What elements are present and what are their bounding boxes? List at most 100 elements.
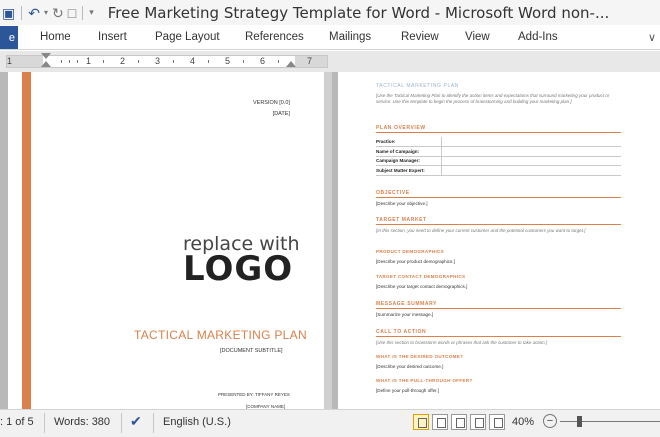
target-contact-heading: TARGET CONTACT DEMOGRAPHICS: [376, 274, 466, 279]
print-layout-view-icon[interactable]: [413, 414, 429, 430]
page-cover[interactable]: VERSION [0.0] [DATE] replace with LOGO T…: [8, 72, 332, 409]
tab-add-ins[interactable]: Add-Ins: [518, 31, 558, 43]
pull-through-heading: WHAT IS THE PULL-THROUGH OFFER?: [376, 378, 473, 383]
objective-text: [Describe your objective.]: [376, 201, 428, 206]
ruler-number: 4: [190, 56, 196, 66]
quick-access-toolbar: ▣ ↶ ▾ ↻ □ ▾: [0, 0, 94, 25]
status-separator: [121, 413, 122, 433]
ruler-number: 5: [225, 56, 231, 66]
call-to-action-heading: CALL TO ACTION: [376, 329, 621, 337]
page-plan[interactable]: TACTICAL MARKETING PLAN [Use the Tactica…: [338, 72, 660, 409]
target-market-text: [In this section, you need to define you…: [376, 228, 586, 233]
ruler-tick: [173, 60, 174, 63]
table-row: Subject Matter Expert:: [376, 165, 621, 176]
message-summary-text: [Summarize your message.]: [376, 312, 434, 317]
first-line-indent-marker[interactable]: [41, 53, 51, 59]
full-screen-reading-view-icon[interactable]: [432, 414, 448, 430]
customize-qat-icon[interactable]: ▾: [89, 8, 94, 17]
status-separator: [153, 413, 154, 433]
horizontal-ruler[interactable]: 1 1 2 3 4 5 6 7: [6, 55, 328, 68]
proofing-icon[interactable]: ✔: [130, 413, 142, 430]
row-value[interactable]: [440, 156, 621, 166]
save-icon[interactable]: ▣: [2, 6, 15, 20]
table-row: Campaign Manager:: [376, 156, 621, 166]
ruler-bar: 1 1 2 3 4 5 6 7: [0, 51, 660, 72]
ruler-number: 7: [307, 56, 313, 66]
web-layout-view-icon[interactable]: [451, 414, 467, 430]
row-label: Practice:: [376, 137, 441, 147]
ruler-number: 3: [155, 56, 161, 66]
tab-mailings[interactable]: Mailings: [329, 31, 371, 43]
table-row: Practice:: [376, 137, 621, 147]
ruler-tick: [138, 60, 139, 63]
zoom-level[interactable]: 40%: [512, 416, 534, 428]
desired-outcome-heading: WHAT IS THE DESIRED OUTCOME?: [376, 354, 464, 359]
call-to-action-text: [Use this section to brainstorm words or…: [376, 340, 548, 345]
tab-file[interactable]: e: [0, 26, 18, 49]
ruler-left-margin: [7, 56, 43, 67]
ruler-number: 6: [260, 56, 266, 66]
ruler-tick: [69, 60, 70, 63]
plan-intro: [Use the Tactical Marketing Plan to iden…: [376, 93, 610, 104]
tab-view[interactable]: View: [465, 31, 490, 43]
new-document-icon[interactable]: □: [68, 6, 76, 20]
target-contact-text: [Describe your target contact demographi…: [376, 284, 468, 289]
hanging-indent-marker[interactable]: [41, 61, 51, 67]
cover-accent-bar: [22, 72, 31, 409]
window-title: Free Marketing Strategy Template for Wor…: [107, 3, 610, 22]
document-canvas[interactable]: VERSION [0.0] [DATE] replace with LOGO T…: [0, 72, 660, 409]
redo-icon[interactable]: ↻: [52, 6, 64, 20]
status-bar: : 1 of 5 Words: 380 ✔ English (U.S.) 40%…: [0, 409, 660, 437]
ruler-tick: [243, 60, 244, 63]
document-title: TACTICAL MARKETING PLAN: [134, 328, 307, 342]
row-label: Subject Matter Expert:: [376, 165, 441, 176]
table-row: Name of Campaign:: [376, 146, 621, 157]
page-edge-shadow: [324, 72, 332, 409]
undo-dropdown-icon[interactable]: ▾: [44, 8, 48, 17]
zoom-out-button[interactable]: −: [543, 414, 557, 428]
ruler-tick: [208, 60, 209, 63]
undo-icon[interactable]: ↶: [28, 6, 40, 20]
ribbon-expand-icon[interactable]: ∨: [648, 31, 656, 44]
document-subtitle: [DOCUMENT SUBTITLE]: [220, 348, 283, 354]
tab-references[interactable]: References: [245, 31, 304, 43]
plan-overview-table: Practice: Name of Campaign: Campaign Man…: [376, 137, 621, 176]
plan-overview-heading: PLAN OVERVIEW: [376, 125, 621, 133]
qat-separator-2: [82, 5, 84, 20]
status-separator: [44, 413, 45, 433]
row-label: Name of Campaign:: [376, 146, 441, 157]
row-value[interactable]: [440, 137, 621, 147]
right-indent-marker[interactable]: [286, 61, 296, 67]
outline-view-icon[interactable]: [470, 414, 486, 430]
objective-heading: OBJECTIVE: [376, 190, 621, 198]
message-summary-heading: MESSAGE SUMMARY: [376, 301, 621, 309]
tab-page-layout[interactable]: Page Layout: [155, 31, 220, 43]
presented-by: PRESENTED BY: TIFFANY REYES: [218, 392, 290, 397]
ruler-number: 1: [86, 56, 92, 66]
ruler-tick: [77, 60, 78, 63]
draft-view-icon[interactable]: [489, 414, 505, 430]
row-label: Campaign Manager:: [376, 156, 441, 166]
target-market-heading: TARGET MARKET: [376, 217, 621, 225]
tab-review[interactable]: Review: [401, 31, 439, 43]
tab-insert[interactable]: Insert: [98, 31, 127, 43]
ruler-tick: [278, 60, 279, 63]
plan-heading: TACTICAL MARKETING PLAN: [376, 83, 459, 89]
zoom-slider-thumb[interactable]: [576, 416, 582, 427]
tab-home[interactable]: Home: [40, 31, 71, 43]
language-indicator[interactable]: English (U.S.): [163, 416, 231, 428]
ruler-tick: [103, 60, 104, 63]
qat-separator: [21, 5, 23, 20]
ruler-tick: [61, 60, 62, 63]
page-count[interactable]: : 1 of 5: [0, 416, 34, 428]
ruler-number: 2: [120, 56, 126, 66]
row-value[interactable]: [440, 146, 621, 157]
desired-outcome-text: [Describe your desired outcome.]: [376, 364, 444, 369]
zoom-slider[interactable]: [560, 421, 660, 422]
product-demographics-heading: PRODUCT DEMOGRAPHICS: [376, 249, 445, 254]
product-demographics-text: [Describe your product demographics.]: [376, 259, 455, 264]
pull-through-text: [Define your pull-through offer.]: [376, 388, 439, 393]
row-value[interactable]: [440, 165, 621, 176]
word-count[interactable]: Words: 380: [54, 416, 110, 428]
ruler-number: 1: [7, 56, 13, 66]
